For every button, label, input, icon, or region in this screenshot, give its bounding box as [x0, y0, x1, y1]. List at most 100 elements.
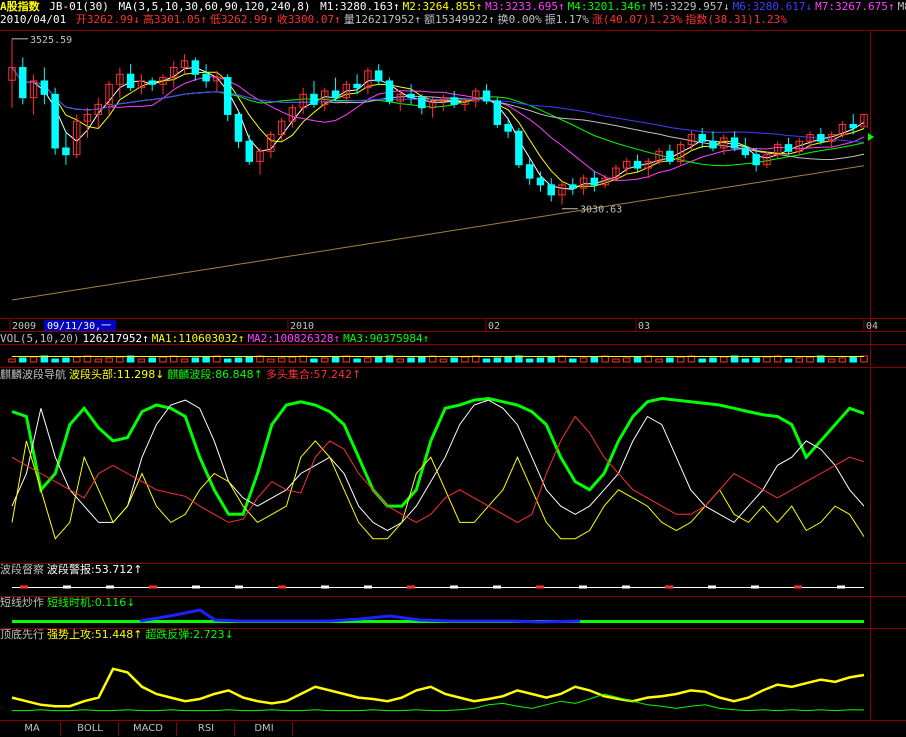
volume-bar [321, 357, 329, 363]
volume-bar [8, 358, 16, 363]
volume-bar [245, 356, 254, 363]
volume-bar [137, 358, 146, 363]
candle-body [633, 160, 642, 169]
high-price-label: 3525.59 [30, 35, 72, 46]
short-term-header: 短线炒作 短线时机:0.116↓ [0, 597, 138, 610]
volume-bar [525, 358, 534, 363]
time-label-3: 03 [638, 321, 650, 332]
candle-body [191, 60, 200, 75]
candle-body [849, 124, 857, 129]
wave-watch-value-0: 波段督察 [0, 564, 44, 576]
volume-value-1: 126217952↑ [82, 333, 149, 345]
volume-value-3: MA2:100826328↑ [247, 333, 341, 345]
wave-nav-header: 麒麟波段导航 波段头部:11.298↓ 麒麟波段:86.848↑ 多头集合:57.24… [0, 369, 364, 382]
volume-bar [94, 358, 103, 363]
ma-30-line [11, 67, 865, 167]
wave-nav-value-1: 波段头部:11.298↓ [69, 369, 165, 381]
candle-body [374, 70, 383, 82]
volume-bar [223, 358, 232, 363]
candle-body [51, 93, 59, 149]
candle-body [202, 73, 210, 82]
volume-bar [202, 356, 210, 363]
volume-bar [676, 356, 685, 363]
volume-bar [590, 356, 599, 363]
volume-bar [288, 356, 297, 363]
volume-bar [709, 357, 717, 363]
volume-bar [374, 356, 383, 363]
candle-body [482, 90, 491, 102]
candle-body [547, 184, 555, 196]
volume-bar [633, 356, 642, 363]
tab-dmi[interactable]: DMI [236, 722, 293, 736]
candle-body [752, 154, 760, 166]
ma-90-line [11, 67, 865, 143]
time-label-2: 02 [488, 321, 500, 332]
candle-body [385, 80, 394, 102]
volume-bar [396, 358, 404, 363]
wave-nav-value-0: 麒麟波段导航 [0, 369, 66, 381]
candle-body [504, 124, 512, 132]
candle-body [784, 144, 793, 152]
volume-bar [741, 358, 750, 363]
volume-bar [784, 358, 793, 363]
volume-value-0: VOL(5,10,20) [0, 333, 80, 345]
time-label-1: 2010 [290, 321, 314, 332]
volume-bar [504, 356, 512, 363]
volume-bar [407, 357, 415, 363]
candle-body [19, 67, 27, 99]
short-term-value-0: 短线炒作 [0, 597, 44, 609]
volume-bar [482, 358, 491, 363]
volume-bar [105, 357, 113, 363]
candle-body [590, 177, 599, 186]
volume-bar [720, 356, 728, 363]
tab-macd[interactable]: MACD [120, 722, 177, 736]
candle-body [40, 80, 49, 95]
volume-bar [612, 358, 620, 363]
volume-bar [795, 357, 804, 363]
tab-ma[interactable]: MA [4, 722, 61, 736]
candle-body [698, 134, 706, 142]
volume-value-4: MA3:90375984↑ [343, 333, 430, 345]
candle-body [450, 97, 458, 105]
volume-bar [180, 358, 189, 363]
candle-body [817, 134, 825, 142]
wave-nav-value-2: 麒麟波段:86.848↑ [167, 369, 263, 381]
candle-body [148, 80, 156, 85]
chart-canvas[interactable]: 3525.59 3030.63 2009 2010 02 03 04 09/11/30,一 [0, 0, 906, 720]
volume-bar [827, 358, 836, 363]
volume-bar [838, 357, 847, 363]
volume-bar [51, 358, 59, 363]
volume-bar [622, 357, 631, 363]
wave-watch-value-1: 波段警报:53.712↑ [47, 564, 143, 576]
volume-bar [72, 356, 81, 363]
ma-240-line [11, 165, 865, 301]
cursor-date-label: 09/11/30,一 [47, 321, 111, 332]
short-term-value-1: 短线时机:0.116↓ [47, 597, 136, 609]
time-label-4: 04 [866, 321, 878, 332]
wave-nav-value-3: 多头集合:57.242↑ [265, 369, 362, 381]
volume-bar [536, 357, 545, 363]
strong-attack-line [11, 667, 865, 708]
candle-body [536, 177, 545, 186]
top-bottom-value-2: 超跌反弹:2.723↓ [145, 629, 234, 641]
volume-bar [569, 358, 577, 363]
candle-body [493, 100, 502, 126]
candle-body [515, 130, 523, 166]
volume-bar [493, 357, 502, 363]
volume-bar [353, 358, 361, 363]
candle-body [407, 93, 415, 99]
tab-rsi[interactable]: RSI [178, 722, 235, 736]
top-bottom-value-1: 强势上攻:51.448↑ [47, 629, 143, 641]
volume-bar [277, 357, 286, 363]
candle-body [353, 83, 361, 89]
candle-body [666, 150, 674, 162]
candle-body [62, 147, 70, 156]
volume-bar [310, 358, 318, 363]
wave-line-green [11, 396, 865, 516]
volume-bar [461, 356, 469, 363]
top-bottom-value-0: 顶底先行 [0, 629, 44, 641]
tab-boll[interactable]: BOLL [62, 722, 119, 736]
volume-bar [547, 356, 555, 363]
candle-body [223, 77, 232, 115]
volume-value-2: MA1:110603032↑ [151, 333, 245, 345]
